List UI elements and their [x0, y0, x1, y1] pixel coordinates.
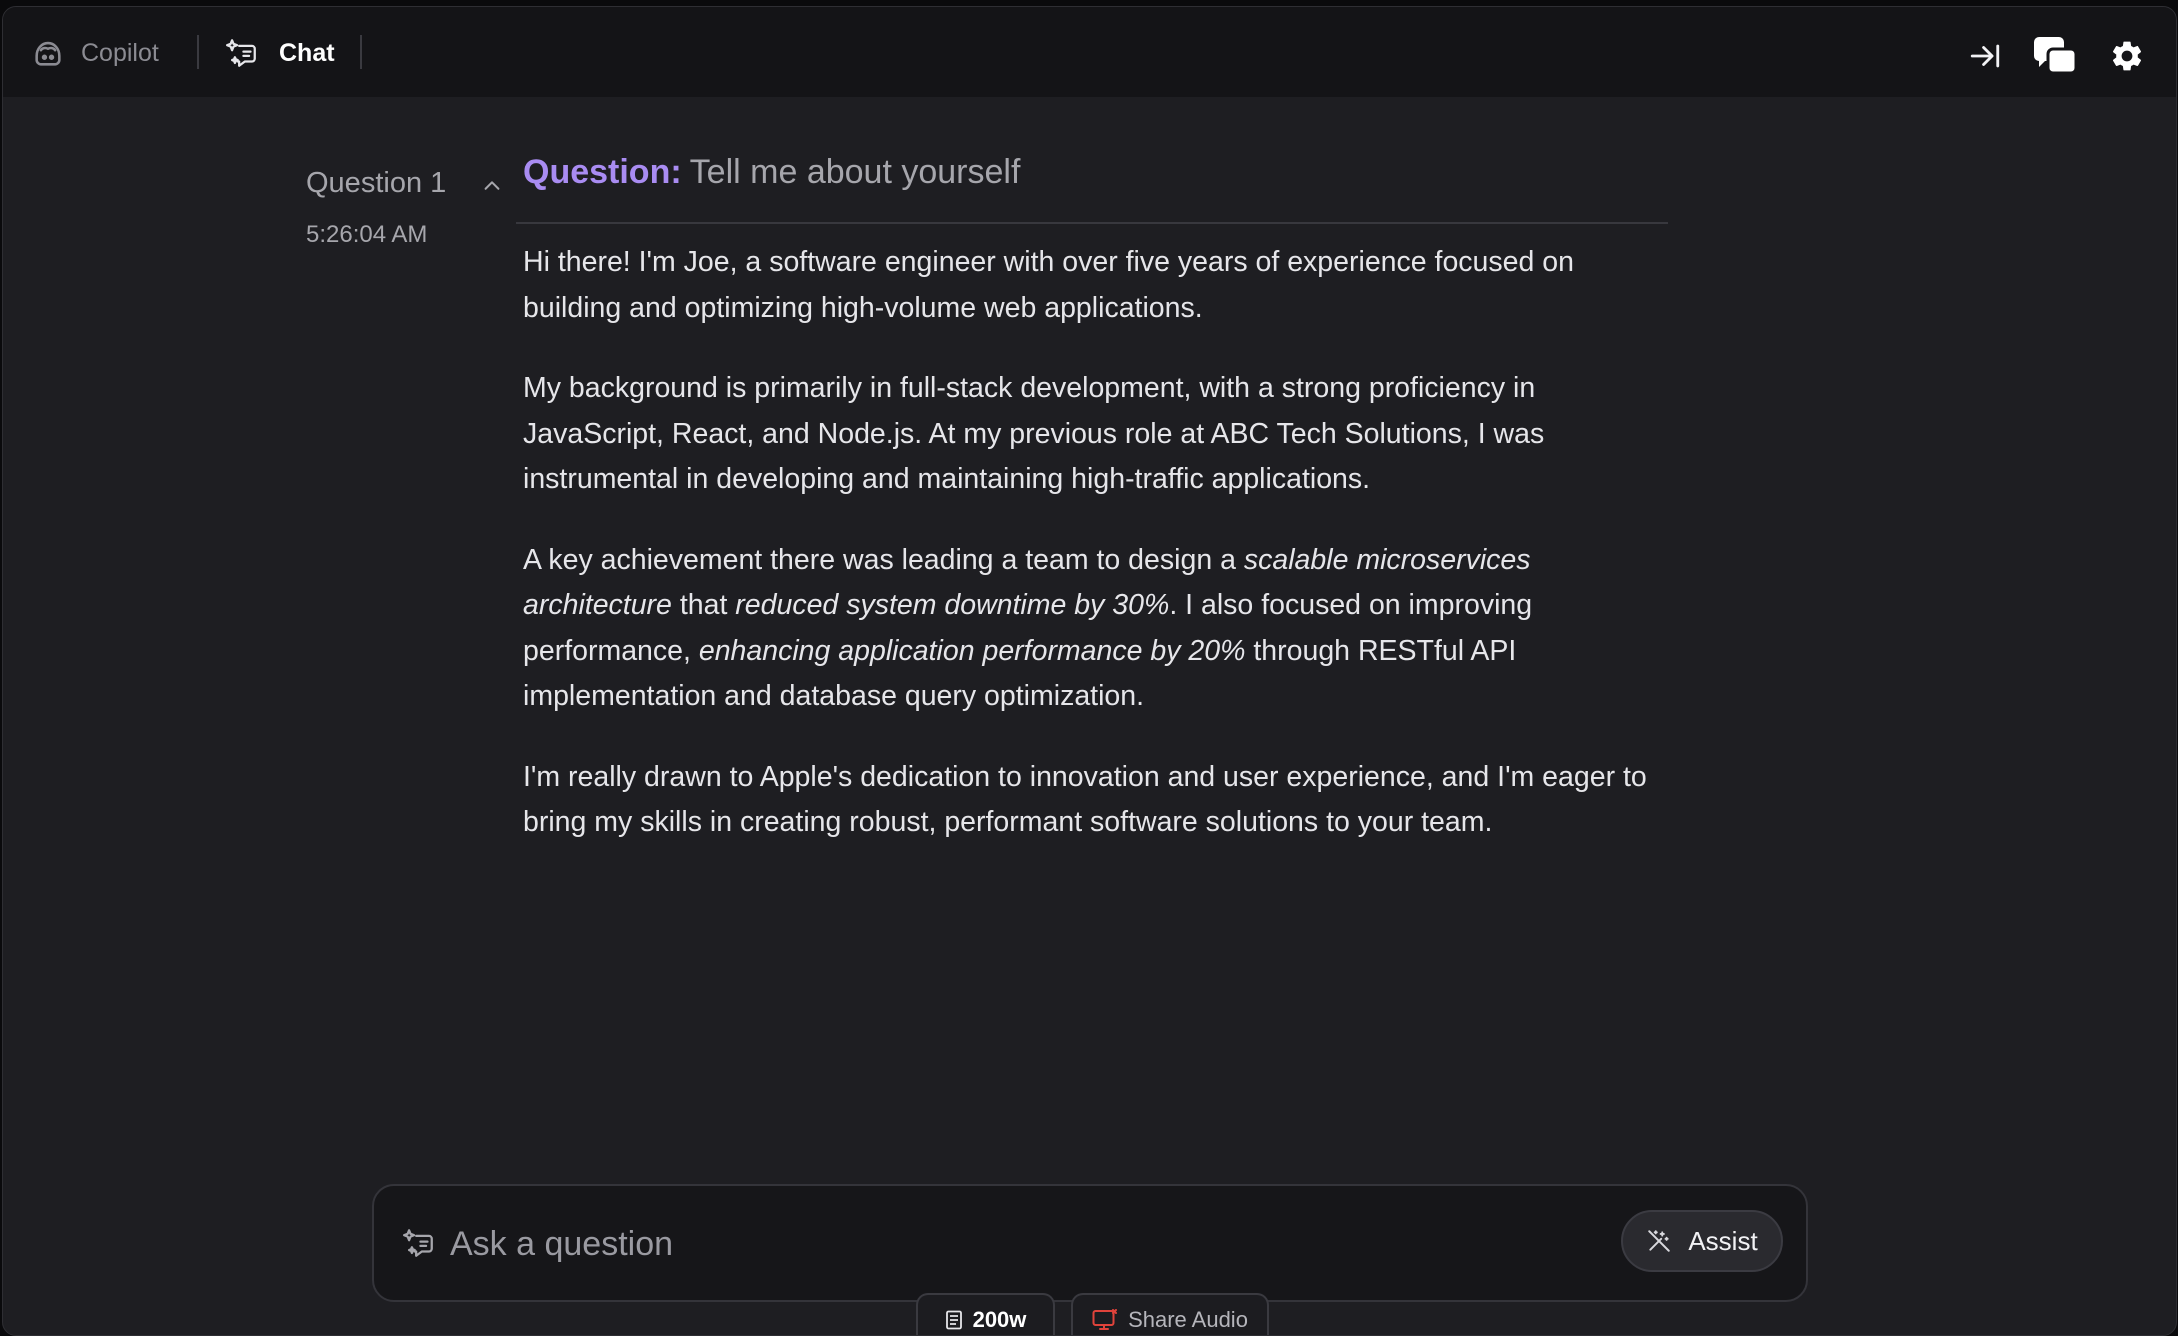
magic-wand-icon	[1648, 1230, 1671, 1252]
assist-label: Assist	[1688, 1225, 1758, 1256]
collapse-to-right-icon	[1970, 44, 2000, 68]
screen-share-icon	[1092, 1309, 1118, 1330]
collapse-question-button[interactable]	[477, 171, 507, 201]
top-bar: Copilot Chat	[3, 7, 2176, 97]
divider	[516, 222, 1668, 224]
answer-body: Hi there! I'm Joe, a software engineer w…	[523, 240, 1653, 881]
tab-divider	[197, 35, 199, 69]
document-icon	[945, 1310, 962, 1330]
question-heading: Question: Tell me about yourself	[523, 153, 1020, 192]
gear-icon	[2112, 41, 2142, 71]
tab-chat[interactable]: Chat	[225, 31, 335, 75]
ask-input[interactable]	[448, 1214, 1552, 1274]
answer-text: that	[671, 589, 736, 621]
tab-divider	[360, 35, 362, 69]
settings-button[interactable]	[2104, 33, 2150, 79]
conversations-button[interactable]	[2032, 33, 2078, 79]
answer-paragraph: My background is primarily in full-stack…	[523, 372, 1545, 495]
word-limit-button[interactable]: 200w	[916, 1293, 1055, 1335]
answer-paragraph: A key achievement there was leading a te…	[523, 538, 1653, 720]
ask-bar: Assist	[372, 1184, 1808, 1302]
tab-copilot[interactable]: Copilot	[31, 31, 159, 75]
answer-paragraph: Hi there! I'm Joe, a software engineer w…	[523, 246, 1574, 324]
question-text: Tell me about yourself	[689, 153, 1021, 191]
copilot-icon	[35, 41, 61, 66]
collapse-panel-button[interactable]	[1962, 33, 2008, 79]
tab-chat-label: Chat	[279, 38, 335, 67]
question-prefix: Question:	[523, 153, 682, 191]
answer-paragraph: I'm really drawn to Apple's dedication t…	[523, 760, 1647, 839]
word-limit-label: 200w	[972, 1307, 1027, 1332]
answer-text: A key achievement there was leading a te…	[523, 543, 1244, 576]
chat-sparkle-icon	[402, 1229, 433, 1257]
tab-copilot-label: Copilot	[81, 38, 159, 67]
chat-bubbles-icon	[2034, 37, 2077, 75]
share-audio-label: Share Audio	[1128, 1307, 1248, 1332]
assist-button[interactable]: Assist	[1621, 1210, 1783, 1272]
chat-sparkle-icon	[225, 39, 256, 67]
chevron-up-icon	[484, 181, 500, 190]
question-number: Question 1	[306, 167, 447, 199]
app-window: Copilot Chat Question 1 5:26:04 AM Quest…	[2, 6, 2177, 1336]
share-audio-button[interactable]: Share Audio	[1071, 1293, 1269, 1335]
question-timestamp: 5:26:04 AM	[306, 221, 428, 248]
answer-emphasis: enhancing application performance by 20%	[698, 634, 1246, 667]
answer-emphasis: reduced system downtime by 30%	[735, 589, 1170, 621]
